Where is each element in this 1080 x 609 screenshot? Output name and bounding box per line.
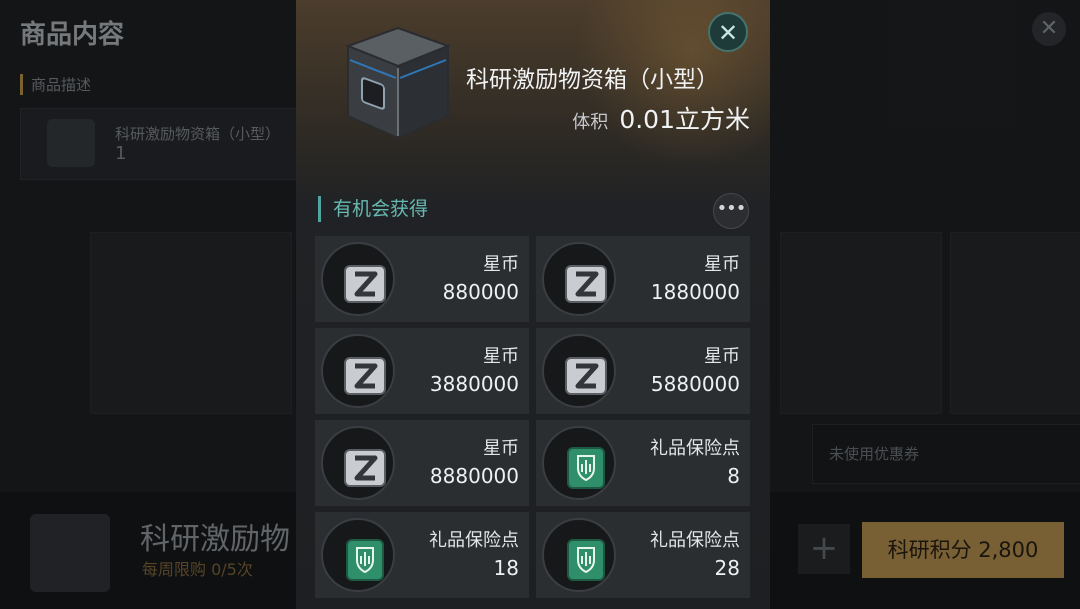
reward-name: 星币 [483,254,519,275]
volume-row: 体积 0.01立方米 [572,100,750,136]
reward-name: 星币 [704,254,740,275]
reward-name: 星币 [483,438,519,459]
reward-item[interactable]: 星币 880000 [315,236,529,322]
reward-name: 礼品保险点 [650,438,740,459]
volume-value: 0.01立方米 [619,105,750,134]
volume-label: 体积 [572,112,609,133]
reward-item[interactable]: 礼品保险点 8 [536,420,750,506]
gift-insurance-icon [346,539,384,581]
star-coin-icon [565,265,607,303]
reward-item[interactable]: 星币 8880000 [315,420,529,506]
star-coin-icon [344,265,386,303]
reward-amount: 8880000 [429,464,519,488]
reward-amount: 28 [714,556,740,580]
reward-name: 礼品保险点 [650,530,740,551]
reward-amount: 880000 [442,280,519,304]
reward-amount: 5880000 [650,372,740,396]
modal-close-button[interactable]: ✕ [708,12,748,52]
reward-item[interactable]: 礼品保险点 18 [315,512,529,598]
item-detail-modal: ✕ 科研激励物资箱（小型） 体积 0.01立方米 有机会获得 ••• 星币 88… [296,0,770,609]
reward-item[interactable]: 星币 3880000 [315,328,529,414]
reward-item[interactable]: 星币 1880000 [536,236,750,322]
reward-item[interactable]: 星币 5880000 [536,328,750,414]
reward-amount: 1880000 [650,280,740,304]
gift-insurance-icon [567,447,605,489]
more-options-button[interactable]: ••• [713,193,749,229]
item-name: 科研激励物资箱（小型） [466,67,719,93]
reward-amount: 3880000 [429,372,519,396]
star-coin-icon [565,357,607,395]
chance-section-header: 有机会获得 [318,196,428,222]
reward-amount: 18 [493,556,519,580]
reward-name: 礼品保险点 [429,530,519,551]
star-coin-icon [344,449,386,487]
star-coin-icon [344,357,386,395]
crate-icon [345,26,451,140]
reward-amount: 8 [727,464,740,488]
reward-item[interactable]: 礼品保险点 28 [536,512,750,598]
reward-name: 星币 [483,346,519,367]
gift-insurance-icon [567,539,605,581]
reward-name: 星币 [704,346,740,367]
